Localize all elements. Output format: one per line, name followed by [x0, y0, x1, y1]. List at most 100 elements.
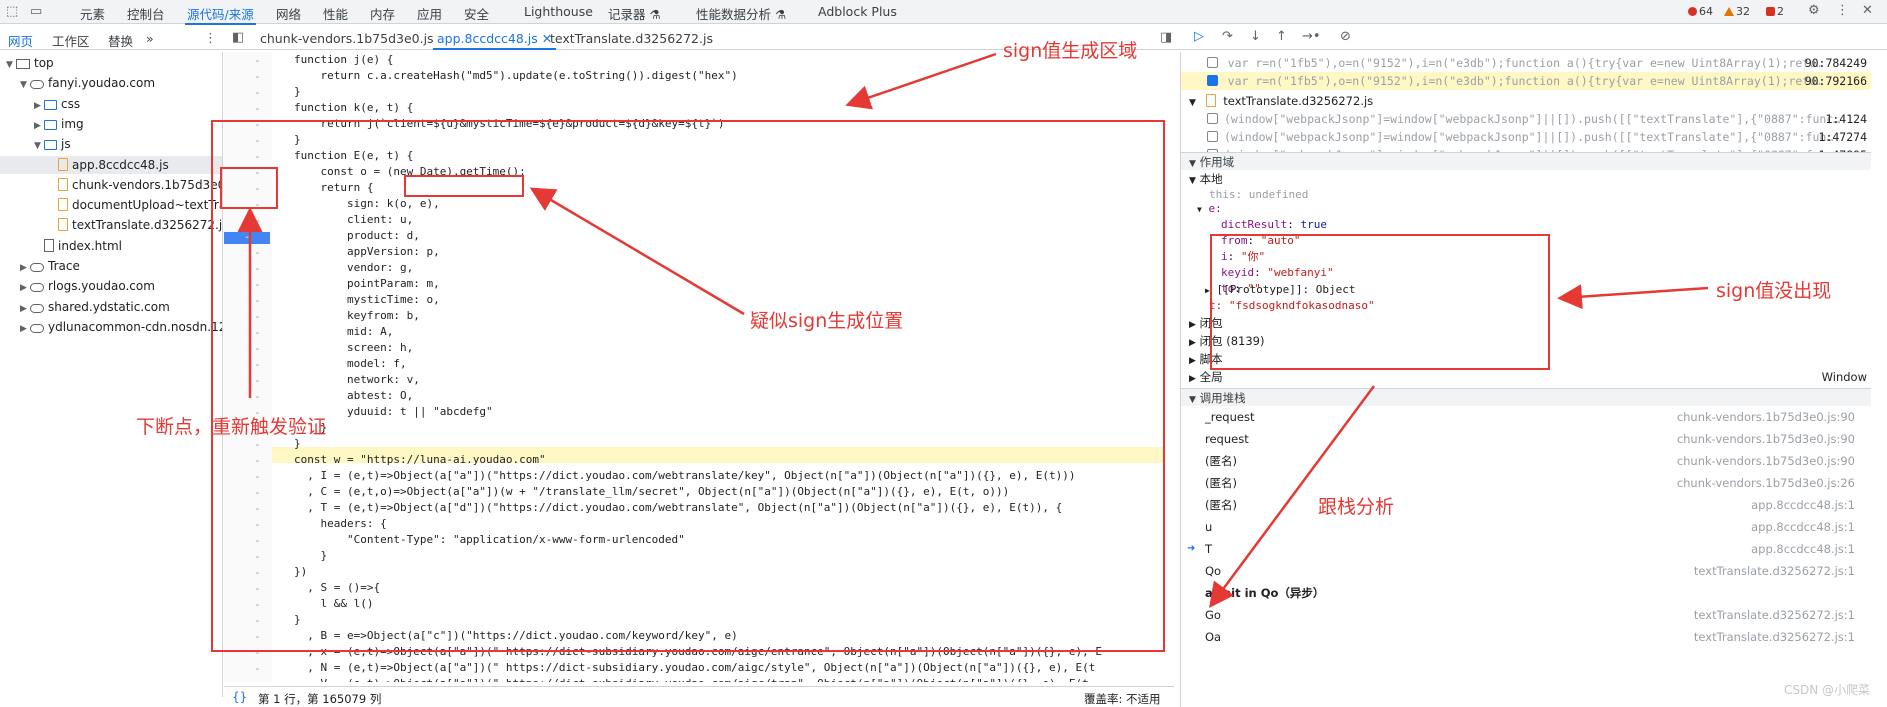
pretty-print-icon[interactable]: {} — [232, 690, 247, 704]
tree-item[interactable]: ▼ js — [0, 135, 222, 155]
breakpoint-item[interactable]: (window["webpackJsonp"]=window["webpackJ… — [1181, 128, 1871, 146]
tree-item[interactable]: chunk-vendors.1b75d3e0.js — [0, 176, 222, 194]
device-toggle-icon[interactable]: ▭ — [30, 4, 42, 19]
tree-item[interactable]: ▶ img — [0, 115, 222, 135]
tab-application[interactable]: 应用 — [417, 4, 442, 23]
settings-gear-icon[interactable]: ⚙ — [1808, 3, 1820, 18]
warning-badge[interactable]: 32 — [1724, 5, 1750, 18]
expand-arrow-icon[interactable]: ▼ — [6, 56, 16, 74]
scope-header[interactable]: ▼ 作用域 — [1181, 152, 1871, 170]
breakpoint-checkbox[interactable] — [1207, 57, 1218, 68]
gutter-marker[interactable]: - — [254, 662, 261, 675]
breakpoint-file-group[interactable]: ▼ textTranslate.d3256272.js — [1181, 92, 1871, 110]
call-frame[interactable]: (匿名) chunk-vendors.1b75d3e0.js:26 — [1181, 474, 1871, 492]
expand-arrow-icon[interactable]: ▶ — [20, 320, 30, 338]
call-frame[interactable]: _request chunk-vendors.1b75d3e0.js:90 — [1181, 408, 1871, 426]
frame-location: app.8ccdcc48.js:1 — [1751, 520, 1855, 534]
code-line[interactable]: , V = (e,t)=>Object(a["a"])(" https://di… — [294, 676, 1102, 682]
code-line[interactable]: return c.a.createHash("md5").update(e.to… — [294, 68, 1102, 84]
breakpoint-checkbox[interactable] — [1207, 131, 1218, 142]
tab-console[interactable]: 控制台 — [127, 4, 165, 23]
tab-network[interactable]: 网络 — [276, 4, 301, 23]
expand-arrow-icon[interactable]: ▼ — [20, 76, 30, 94]
subtab-page[interactable]: 网页 — [8, 31, 33, 50]
call-frame[interactable]: Qo textTranslate.d3256272.js:1 — [1181, 562, 1871, 580]
collapse-arrow-icon[interactable]: ▼ — [1189, 98, 1196, 108]
tree-item[interactable]: index.html — [0, 237, 222, 255]
issues-icon — [1766, 7, 1775, 16]
code-line[interactable]: , N = (e,t)=>Object(a["a"])(" https://di… — [294, 660, 1102, 676]
breakpoint-item[interactable]: var r=n("1fb5"),o=n("9152"),i=n("e3db");… — [1181, 54, 1871, 72]
tree-item[interactable]: ▶ css — [0, 95, 222, 115]
tab-recorder[interactable]: 记录器 ⚗ — [608, 4, 661, 23]
call-frame[interactable]: Go textTranslate.d3256272.js:1 — [1181, 606, 1871, 624]
breakpoint-item[interactable]: (window["webpackJsonp"]=window["webpackJ… — [1181, 110, 1871, 128]
tab-sources[interactable]: 源代码/来源 — [185, 4, 256, 25]
call-frame[interactable]: Oa textTranslate.d3256272.js:1 — [1181, 628, 1871, 646]
toggle-navigator-icon[interactable]: ◧ — [232, 30, 244, 45]
gutter-marker[interactable]: - — [254, 102, 261, 115]
step-out-icon[interactable]: ↑ — [1276, 29, 1287, 44]
tree-item[interactable]: ▶ ydlunacommon-cdn.nosdn.127.n — [0, 318, 222, 338]
code-line[interactable]: } — [294, 84, 1102, 100]
breakpoint-checkbox[interactable] — [1207, 113, 1218, 124]
more-tabs-button[interactable]: » — [146, 31, 154, 46]
tree-item[interactable]: ▶ shared.ydstatic.com — [0, 298, 222, 318]
tab-performance[interactable]: 性能 — [323, 4, 348, 23]
tree-item[interactable]: documentUpload~textTrans — [0, 196, 222, 214]
tab-elements[interactable]: 元素 — [80, 4, 105, 23]
tree-item-label: fanyi.youdao.com — [48, 76, 156, 91]
expand-arrow-icon[interactable]: ▼ — [34, 137, 44, 155]
gutter-marker[interactable]: - — [254, 678, 261, 682]
scope-global[interactable]: ▶ 全局 Window — [1181, 368, 1871, 386]
cloud-icon — [30, 283, 44, 293]
subtab-overrides[interactable]: 替换 — [108, 31, 133, 50]
inspect-icon[interactable]: ⬚ — [6, 4, 18, 19]
expand-arrow-icon[interactable]: ▶ — [20, 279, 30, 297]
expand-arrow-icon[interactable]: ▶ — [34, 97, 44, 115]
error-badge[interactable]: 64 — [1688, 5, 1713, 18]
code-line[interactable]: function k(e, t) { — [294, 100, 1102, 116]
tree-item[interactable]: ▼ top — [0, 54, 222, 74]
call-frame[interactable]: (匿名) chunk-vendors.1b75d3e0.js:90 — [1181, 452, 1871, 470]
tab-security[interactable]: 安全 — [464, 4, 489, 23]
tab-memory[interactable]: 内存 — [370, 4, 395, 23]
step-into-icon[interactable]: ↓ — [1250, 29, 1261, 44]
deactivate-breakpoints-icon[interactable]: ⊘ — [1340, 29, 1351, 44]
tree-item[interactable]: ▶ Trace — [0, 257, 222, 277]
toggle-debugger-icon[interactable]: ◨ — [1160, 30, 1172, 45]
tab-performance-insights[interactable]: 性能数据分析 ⚗ — [696, 4, 786, 23]
close-icon[interactable]: ✕ — [1862, 3, 1873, 18]
call-frame[interactable]: u app.8ccdcc48.js:1 — [1181, 518, 1871, 536]
step-icon[interactable]: →• — [1302, 29, 1321, 44]
step-over-icon[interactable]: ↷ — [1222, 29, 1233, 44]
tree-item[interactable]: ▼ fanyi.youdao.com — [0, 74, 222, 94]
file-tab-app[interactable]: app.8ccdcc48.js ✕ — [432, 31, 557, 50]
call-frame[interactable]: request chunk-vendors.1b75d3e0.js:90 — [1181, 430, 1871, 448]
subtab-workspace[interactable]: 工作区 — [52, 31, 90, 50]
tree-item[interactable]: ▶ rlogs.youdao.com — [0, 277, 222, 297]
expand-arrow-icon[interactable]: ▶ — [34, 117, 44, 135]
expand-arrow-icon[interactable]: ▶ — [20, 259, 30, 277]
callstack-header[interactable]: ▼ 调用堆栈 — [1181, 388, 1871, 406]
breakpoint-checkbox[interactable] — [1207, 75, 1218, 86]
breakpoint-item-active[interactable]: var r=n("1fb5"),o=n("9152"),i=n("e3db");… — [1181, 72, 1871, 90]
file-tab-texttranslate[interactable]: textTranslate.d3256272.js — [550, 31, 713, 46]
tree-item[interactable]: app.8ccdcc48.js — [0, 155, 222, 174]
resume-icon[interactable]: ▷ — [1194, 29, 1204, 44]
issues-badge[interactable]: 2 — [1766, 5, 1784, 18]
more-menu-icon[interactable]: ⋮ — [204, 31, 217, 46]
tab-adblock[interactable]: Adblock Plus — [818, 4, 897, 19]
gutter-marker[interactable]: - — [254, 54, 261, 67]
expand-arrow-icon[interactable]: ▶ — [20, 300, 30, 318]
code-line[interactable]: function j(e) { — [294, 52, 1102, 68]
gutter-marker[interactable]: - — [254, 70, 261, 83]
tab-lighthouse[interactable]: Lighthouse — [524, 4, 593, 19]
tree-item[interactable]: textTranslate.d3256272.js — [0, 216, 222, 234]
call-frame[interactable]: await in Qo（异步） — [1181, 584, 1871, 602]
gutter-marker[interactable]: - — [254, 86, 261, 99]
call-frame[interactable]: ➜ Tapp.8ccdcc48.js:1 — [1181, 540, 1871, 558]
more-options-icon[interactable]: ⋮ — [1836, 3, 1849, 18]
file-tab-chunk-vendors[interactable]: chunk-vendors.1b75d3e0.js — [260, 31, 434, 46]
call-frame[interactable]: (匿名) app.8ccdcc48.js:1 — [1181, 496, 1871, 514]
